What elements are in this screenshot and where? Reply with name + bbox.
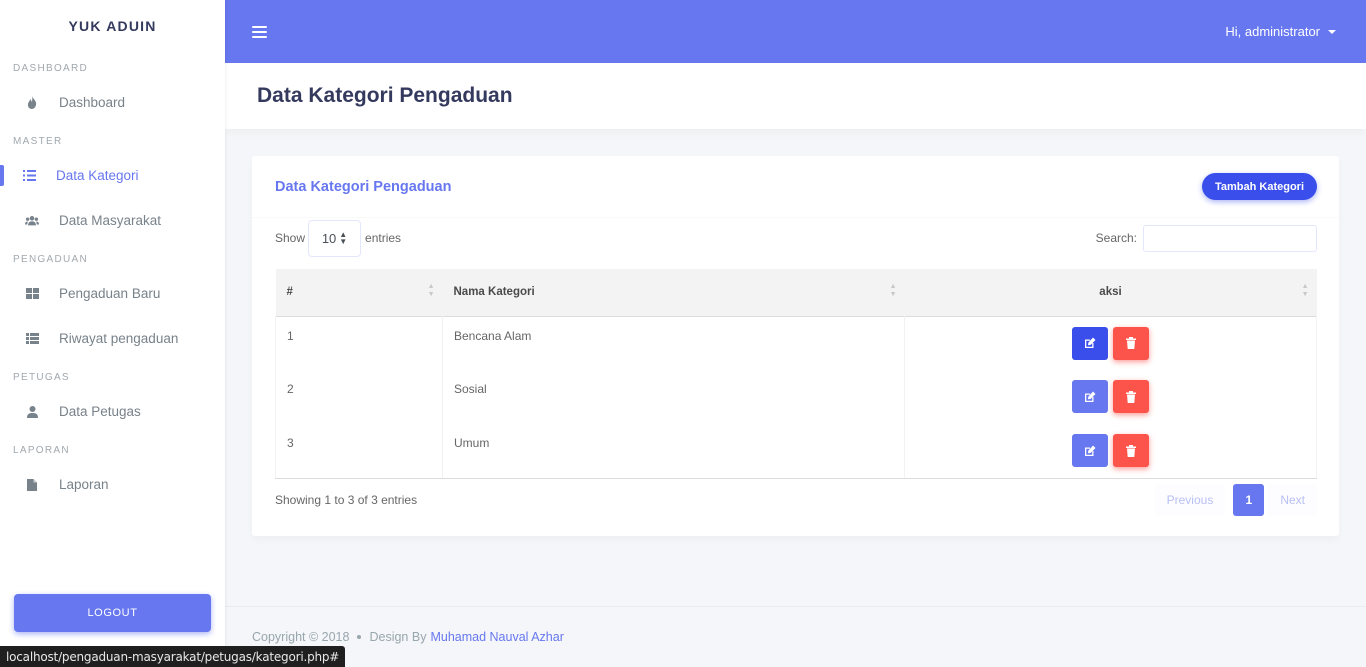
menu-header-laporan: LAPORAN [13,445,70,456]
pagination: Previous 1 Next [1153,484,1317,516]
entries-length: Show 10 ▲ ▼ entries [275,219,402,257]
file-icon [25,478,39,492]
cell-actions [904,370,1317,424]
show-label: Show [275,231,306,245]
sort-icon: ▲ ▼ [1301,283,1309,298]
pagination-page-1[interactable]: 1 [1233,484,1265,516]
sidebar-item-label: Dashboard [59,95,126,110]
cell-name: Umum [442,424,905,479]
cell-name: Bencana Alam [442,315,905,370]
table-controls: Show 10 ▲ ▼ entries Search: [275,218,1317,258]
browser-status-url: localhost/pengaduan-masyarakat/petugas/k… [0,646,346,667]
entries-select-value: 10 [321,230,337,246]
column-header-nama-kategori[interactable]: Nama Kategori ▲ ▼ [443,269,905,316]
cell-number: 3 [275,424,443,479]
sidebar-item-label: Laporan [59,477,109,492]
design-by-text: Design By [369,630,427,644]
list-icon [22,169,36,183]
user-icon [25,405,39,419]
menu-header-dashboard: DASHBOARD [13,63,89,74]
cell-actions [904,424,1317,479]
top-navbar: Hi, administrator [225,0,1366,63]
sort-icon: ▲ ▼ [427,283,435,298]
entries-info: Showing 1 to 3 of 3 entries [275,493,418,507]
trash-icon [1126,444,1137,457]
trash-icon [1126,337,1137,349]
sidebar-item-dashboard[interactable]: Dashboard [0,80,225,125]
search-wrap: Search: [1095,224,1317,252]
page-title: Data Kategori Pengaduan [257,84,513,107]
section-header: Data Kategori Pengaduan [225,63,1366,129]
sidebar-item-pengaduan-baru[interactable]: Pengaduan Baru [0,271,225,316]
grid-icon [25,287,39,301]
edit-icon [1084,337,1096,348]
search-label: Search: [1095,231,1137,245]
cell-number: 1 [275,315,443,370]
data-card: Data Kategori Pengaduan Tambah Kategori … [252,156,1339,536]
delete-button[interactable] [1113,434,1150,467]
sidebar: YUK ADUIN DASHBOARD Dashboard MASTER Dat… [0,0,225,667]
sort-icon: ▲ ▼ [889,283,897,298]
brand-logo[interactable]: YUK ADUIN [0,0,225,52]
search-input[interactable] [1143,224,1317,252]
menu-header-master: MASTER [13,136,63,147]
bullet-separator [357,635,362,639]
user-dropdown[interactable]: Hi, administrator [1225,24,1336,39]
entries-label: entries [365,231,402,245]
trash-icon [1126,390,1137,403]
table-row: 2 Sosial [275,370,1317,424]
caret-down-icon [1328,29,1336,34]
cell-name: Sosial [442,370,905,424]
edit-button[interactable] [1071,434,1108,467]
sidebar-item-data-petugas[interactable]: Data Petugas [0,389,225,434]
page-footer: Copyright © 2018 Design By Muhamad Nauva… [225,606,1366,667]
menu-header-petugas: PETUGAS [13,372,70,383]
card-header: Data Kategori Pengaduan Tambah Kategori [252,156,1339,218]
logout-button[interactable]: LOGOUT [14,594,211,632]
edit-icon [1084,391,1096,402]
copyright-text: Copyright © 2018 [252,630,350,644]
sidebar-item-data-masyarakat[interactable]: Data Masyarakat [0,198,225,243]
card-title: Data Kategori Pengaduan [275,178,452,195]
pagination-previous[interactable]: Previous [1154,484,1226,516]
delete-button[interactable] [1113,326,1150,360]
users-icon [25,214,39,228]
sidebar-item-riwayat-pengaduan[interactable]: Riwayat pengaduan [0,316,225,361]
sidebar-item-data-kategori[interactable]: Data Kategori [0,153,225,198]
sidebar-item-label: Pengaduan Baru [59,286,161,301]
sidebar-item-laporan[interactable]: Laporan [0,462,225,507]
table-footer: Showing 1 to 3 of 3 entries Previous 1 N… [275,483,1317,517]
sidebar-item-label: Data Kategori [56,168,139,183]
delete-button[interactable] [1113,380,1150,413]
table-icon [25,332,39,346]
select-arrows-icon: ▲ ▼ [339,230,348,246]
user-greeting: Hi, administrator [1225,24,1320,39]
column-header-number[interactable]: # ▲ ▼ [276,269,443,316]
sidebar-item-label: Data Petugas [59,404,141,419]
add-category-button[interactable]: Tambah Kategori [1201,173,1317,200]
edit-button[interactable] [1071,380,1108,413]
sidebar-item-label: Riwayat pengaduan [59,331,179,346]
table-row: 1 Bencana Alam [275,315,1317,370]
pagination-next[interactable]: Next [1268,484,1317,516]
edit-icon [1084,445,1096,456]
table-row: 3 Umum [275,424,1317,479]
edit-button[interactable] [1071,326,1108,360]
category-table: # ▲ ▼ Nama Kategori ▲ ▼ aksi ▲ ▼ 1 Bencana … [275,269,1317,479]
column-header-aksi[interactable]: aksi ▲ ▼ [905,269,1317,316]
menu-header-pengaduan: PENGADUAN [13,254,89,265]
author-link[interactable]: Muhamad Nauval Azhar [430,630,563,644]
fire-icon [25,96,39,110]
hamburger-menu-icon[interactable] [252,25,267,38]
sidebar-item-label: Data Masyarakat [59,213,162,228]
table-header-row: # ▲ ▼ Nama Kategori ▲ ▼ aksi ▲ ▼ [275,269,1317,316]
cell-number: 2 [275,370,443,424]
cell-actions [904,315,1317,370]
entries-select[interactable]: 10 ▲ ▼ [308,219,362,257]
